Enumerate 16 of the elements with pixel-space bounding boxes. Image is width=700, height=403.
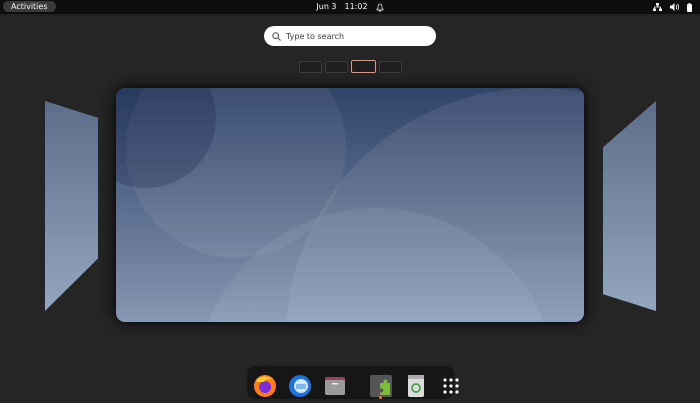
- network-icon[interactable]: [652, 3, 662, 11]
- workspace-thumbnail[interactable]: [324, 60, 348, 72]
- search-icon: [272, 32, 281, 40]
- alarm-icon[interactable]: [376, 2, 384, 12]
- workspace-thumbnail[interactable]: [378, 60, 402, 72]
- puzzle-icon: [368, 374, 392, 398]
- running-indicator: [379, 396, 382, 399]
- workspace-thumbnail[interactable]: [298, 60, 322, 72]
- search-field[interactable]: Type to search: [264, 26, 436, 46]
- date-label[interactable]: Jun 3: [316, 1, 337, 13]
- battery-icon[interactable]: [686, 2, 692, 12]
- wallpaper-drawing[interactable]: [116, 88, 584, 322]
- volume-icon[interactable]: [670, 3, 679, 11]
- time-label[interactable]: 11:02: [344, 1, 368, 13]
- workspace-thumbnail[interactable]: [350, 60, 376, 73]
- activities-button[interactable]: Activities: [3, 1, 56, 12]
